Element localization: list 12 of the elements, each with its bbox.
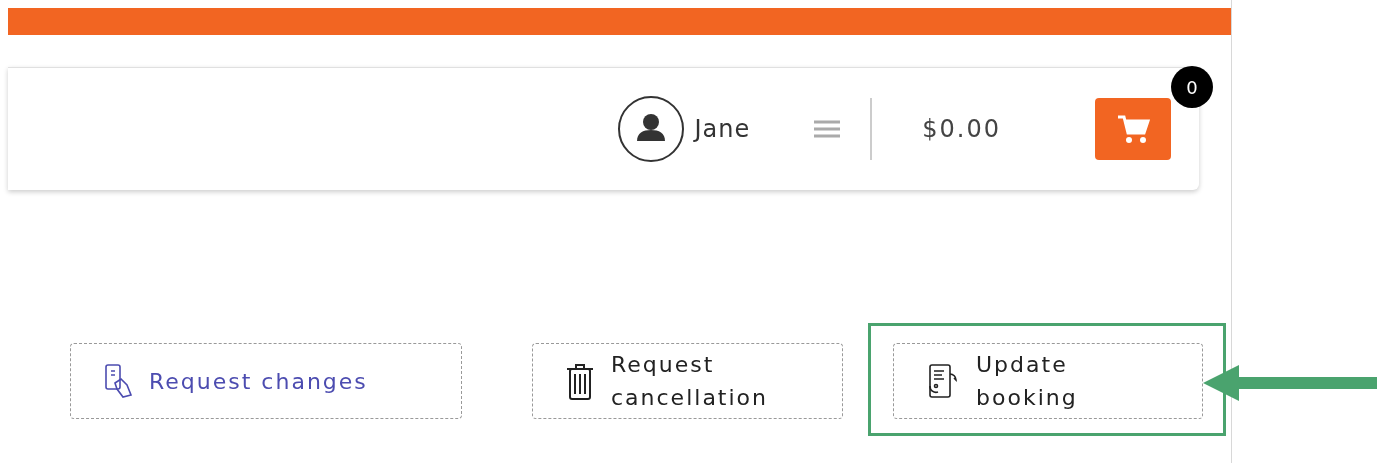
action-button[interactable]: Update booking — [893, 343, 1203, 419]
cart-button[interactable] — [1095, 98, 1171, 160]
action-button[interactable]: Request cancellation — [532, 343, 843, 419]
trash-icon — [565, 361, 595, 401]
user-avatar-icon[interactable] — [616, 95, 685, 163]
cart-total: $0.00 — [922, 115, 1001, 143]
card-hand-icon — [103, 363, 133, 399]
user-name[interactable]: Jane — [694, 115, 751, 143]
menu-icon[interactable] — [812, 119, 843, 139]
cart-icon — [1116, 114, 1150, 144]
action-button[interactable]: Request changes — [70, 343, 462, 419]
cart-count-badge: 0 — [1171, 66, 1213, 108]
